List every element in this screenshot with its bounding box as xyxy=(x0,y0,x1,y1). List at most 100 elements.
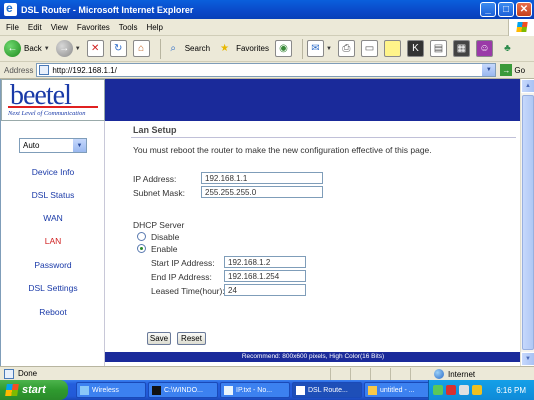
dhcp-disable-radio[interactable] xyxy=(137,232,146,241)
zone-label: Internet xyxy=(448,369,476,379)
task-dsl-router[interactable]: DSL Route... xyxy=(292,382,362,398)
task-wireless[interactable]: Wireless xyxy=(76,382,146,398)
sidebar-item-password[interactable]: Password xyxy=(1,260,105,270)
stop-button[interactable]: ✕ xyxy=(86,40,104,57)
sidebar-item-lan[interactable]: LAN xyxy=(1,236,105,246)
media-icon: ◉ xyxy=(274,40,292,57)
page-title: Lan Setup xyxy=(133,125,177,135)
favorites-label: Favorites xyxy=(236,44,269,53)
chevron-down-icon[interactable]: ▼ xyxy=(73,139,86,152)
ip-address-field[interactable]: 192.168.1.1 xyxy=(201,172,323,184)
tool-button[interactable]: ▦ xyxy=(452,40,470,57)
beetel-logo: beetel Next Level of Communication xyxy=(1,79,105,121)
mode-select[interactable]: Auto ▼ xyxy=(19,138,87,153)
menu-edit[interactable]: Edit xyxy=(28,23,42,32)
forward-dropdown-icon[interactable]: ▼ xyxy=(75,46,81,52)
status-left: Done xyxy=(0,368,330,379)
edit-button[interactable]: ▭ xyxy=(360,40,378,57)
contacts-button[interactable]: ♣ xyxy=(499,40,516,57)
mail-dropdown-icon[interactable]: ▼ xyxy=(326,46,332,52)
back-dropdown-icon[interactable]: ▼ xyxy=(44,46,50,52)
antivirus-icon[interactable] xyxy=(446,385,456,395)
close-button[interactable]: ✕ xyxy=(516,2,532,17)
home-button[interactable]: ⌂ xyxy=(132,40,150,57)
print-button[interactable]: ⎙ xyxy=(337,40,355,57)
search-button[interactable]: ⌕ Search xyxy=(165,40,210,57)
menu-help[interactable]: Help xyxy=(146,23,162,32)
network-icon[interactable] xyxy=(433,385,443,395)
address-dropdown-icon[interactable]: ▼ xyxy=(482,64,496,76)
scroll-down-icon[interactable]: ▼ xyxy=(521,352,534,366)
go-arrow-icon: → xyxy=(500,64,513,76)
k-tool-icon: K xyxy=(406,40,424,57)
page-viewport: beetel Next Level of Communication Auto … xyxy=(0,79,534,366)
sidebar-item-reboot[interactable]: Reboot xyxy=(1,307,105,317)
minimize-button[interactable]: _ xyxy=(480,2,496,17)
favorites-button[interactable]: ★ Favorites xyxy=(216,40,269,57)
sidebar-item-wan[interactable]: WAN xyxy=(1,213,105,223)
forward-button[interactable]: → ▼ xyxy=(55,40,81,57)
back-arrow-icon: ← xyxy=(4,40,21,57)
start-button[interactable]: start xyxy=(0,380,68,400)
search-icon: ⌕ xyxy=(170,43,176,54)
toolbar-separator xyxy=(301,38,303,59)
task-label: Wireless xyxy=(92,386,119,394)
task-notepad[interactable]: IP.txt - No... xyxy=(220,382,290,398)
back-button[interactable]: ← Back ▼ xyxy=(4,40,50,57)
contacts-icon: ♣ xyxy=(504,43,511,54)
dhcp-disable-label: Disable xyxy=(151,232,180,242)
dhcp-enable-label: Enable xyxy=(151,244,178,254)
task-paint[interactable]: untitled - ... xyxy=(364,382,434,398)
menu-file[interactable]: File xyxy=(6,23,19,32)
messenger-button[interactable]: ☺ xyxy=(475,40,493,57)
save-button[interactable]: Save xyxy=(147,332,171,345)
k-tool-button[interactable]: K xyxy=(406,40,424,57)
mail-button[interactable]: ✉ ▼ xyxy=(306,40,332,57)
lease-time-label: Leased Time(hour): xyxy=(151,286,225,296)
refresh-icon: ↻ xyxy=(109,40,127,57)
ip-address-label: IP Address: xyxy=(133,174,177,184)
resolution-footer: Recommend: 800x600 pixels, High Color(16… xyxy=(105,352,521,362)
reset-button[interactable]: Reset xyxy=(177,332,206,345)
sidebar-item-dsl-settings[interactable]: DSL Settings xyxy=(1,283,105,293)
task-command-prompt[interactable]: C:\WINDO... xyxy=(148,382,218,398)
subnet-mask-field[interactable]: 255.255.255.0 xyxy=(201,186,323,198)
scroll-thumb[interactable] xyxy=(522,95,534,350)
scroll-up-icon[interactable]: ▲ xyxy=(521,79,534,93)
menu-view[interactable]: View xyxy=(51,23,68,32)
status-text: Done xyxy=(18,369,38,378)
task-label: IP.txt - No... xyxy=(236,386,273,394)
tool-icon: ▦ xyxy=(452,40,470,57)
window-titlebar: DSL Router - Microsoft Internet Explorer… xyxy=(0,0,534,19)
sidebar-item-dsl-status[interactable]: DSL Status xyxy=(1,190,105,200)
media-button[interactable]: ◉ xyxy=(274,40,292,57)
mail-icon: ✉ xyxy=(306,40,324,57)
refresh-button[interactable]: ↻ xyxy=(109,40,127,57)
sidebar-item-device-info[interactable]: Device Info xyxy=(1,167,105,177)
menu-favorites[interactable]: Favorites xyxy=(77,23,110,32)
volume-icon[interactable] xyxy=(459,385,469,395)
menu-bar: File Edit View Favorites Tools Help xyxy=(0,19,534,36)
task-label: C:\WINDO... xyxy=(164,386,203,394)
update-icon[interactable] xyxy=(472,385,482,395)
start-ip-field[interactable]: 192.168.1.2 xyxy=(224,256,306,268)
subnet-mask-label: Subnet Mask: xyxy=(133,188,185,198)
sidebar-nav: Auto ▼ Device Info DSL Status WAN LAN Pa… xyxy=(1,121,105,366)
address-input[interactable]: http://192.168.1.1/ ▼ xyxy=(36,63,497,77)
vertical-scrollbar[interactable]: ▲ ▼ xyxy=(520,79,534,366)
home-icon: ⌂ xyxy=(132,40,150,57)
clock: 6:16 PM xyxy=(496,385,526,395)
dhcp-enable-radio[interactable] xyxy=(137,244,146,253)
end-ip-field[interactable]: 192.168.1.254 xyxy=(224,270,306,282)
menu-tools[interactable]: Tools xyxy=(119,23,138,32)
print-icon: ⎙ xyxy=(337,40,355,57)
go-button[interactable]: → Go xyxy=(500,64,525,76)
taskbar: start Wireless C:\WINDO... IP.txt - No..… xyxy=(0,380,534,400)
end-ip-label: End IP Address: xyxy=(151,272,212,282)
research-button[interactable]: ▤ xyxy=(429,40,447,57)
notes-button[interactable] xyxy=(383,40,401,57)
maximize-button[interactable]: □ xyxy=(498,2,514,17)
lease-time-field[interactable]: 24 xyxy=(224,284,306,296)
task-label: DSL Route... xyxy=(308,386,348,394)
task-label: untitled - ... xyxy=(380,386,415,394)
